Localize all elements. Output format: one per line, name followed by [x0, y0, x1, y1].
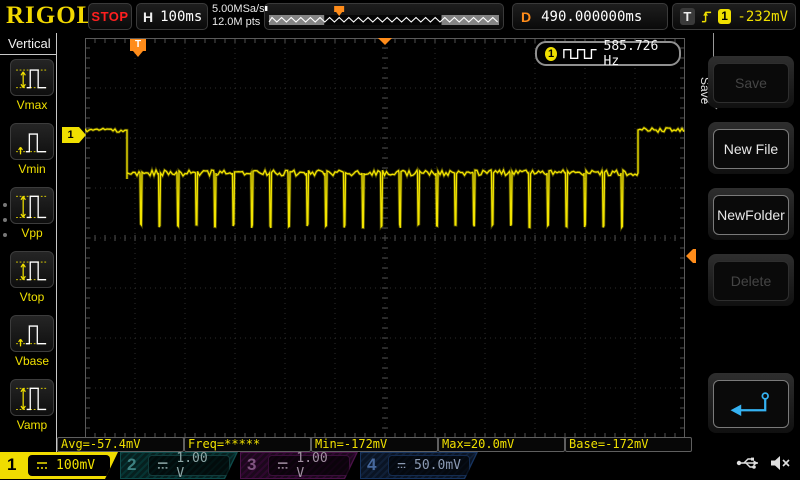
rigol-logo: RIGOL: [6, 2, 95, 29]
new-folder-button-label: NewFolder: [713, 195, 789, 235]
back-button[interactable]: [708, 373, 794, 433]
channel-4-tab[interactable]: 4 50.0mV: [360, 452, 478, 479]
measure-menu-title: Vertical: [0, 33, 56, 55]
memory-position-thumbnail[interactable]: [264, 3, 504, 30]
sample-rate: 5.00MSa/s: [212, 3, 265, 15]
measurement-base: Base=-172mV: [565, 437, 692, 452]
channel-3-number: 3: [247, 455, 257, 474]
vmin-icon: [16, 132, 48, 154]
trigger-position-marker[interactable]: T: [130, 39, 146, 57]
horizontal-scale-value: 100ms: [160, 8, 203, 25]
trigger-edge-icon: [701, 11, 711, 22]
trigger-level-arrow: [686, 249, 693, 263]
trigger-position-label: T: [130, 39, 146, 51]
menu-item-vbase[interactable]: Vbase: [10, 315, 54, 368]
trigger-position-arrow: [133, 51, 143, 57]
square-wave-icon: [563, 48, 597, 59]
new-file-button-label: New File: [713, 129, 789, 169]
menu-item-vamp-label: Vamp: [16, 418, 48, 432]
channel-1-position-label: 1: [62, 127, 79, 143]
vpp-icon: [16, 195, 48, 218]
trigger-source-badge: 1: [717, 9, 732, 24]
new-file-button[interactable]: New File: [708, 122, 794, 174]
menu-scroll-dot: [3, 218, 7, 222]
trigger-box[interactable]: T 1 -232mV: [672, 3, 796, 30]
channel-3-tab[interactable]: 3 1.00 V: [240, 452, 358, 479]
delay-center-marker: [378, 38, 392, 45]
speaker-muted-icon: [771, 456, 790, 470]
memory-depth: 12.0M pts: [212, 16, 261, 28]
channel-2-tab[interactable]: 2 1.00 V: [120, 452, 238, 479]
top-bar: RIGOL STOP H 100ms 5.00MSa/s 12.0M pts D…: [0, 0, 800, 33]
channel-2-scale: 1.00 V: [176, 450, 208, 480]
channel-1-position-marker[interactable]: 1: [62, 127, 86, 143]
menu-item-vpp[interactable]: Vpp: [10, 187, 54, 240]
dc-coupling-icon: [36, 461, 48, 470]
menu-item-vmin-label: Vmin: [18, 162, 46, 176]
delay-box[interactable]: D 490.000000ms: [512, 3, 668, 30]
acquisition-info: 5.00MSa/s 12.0M pts: [212, 3, 265, 29]
trigger-level-value: -232mV: [737, 8, 788, 25]
measurement-freq: Freq=*****: [184, 437, 311, 452]
menu-item-vmax-label: Vmax: [16, 98, 48, 112]
menu-item-vtop[interactable]: Vtop: [10, 251, 54, 304]
menu-item-vmin[interactable]: Vmin: [10, 123, 54, 176]
channel-1-number: 1: [7, 455, 17, 474]
measurement-max: Max=20.0mV: [438, 437, 565, 452]
trigger-label: T: [680, 8, 695, 25]
measure-menu: Vertical Vmax Vmin Vpp Vtop Vbase Vamp: [0, 33, 57, 452]
delay-label: D: [521, 8, 532, 25]
new-folder-button[interactable]: NewFolder: [708, 188, 794, 240]
waveform-display-area: 1 T T 1 585.726 Hz Avg=-57.4mV Freq=****…: [57, 33, 708, 452]
oscilloscope-screen: RIGOL STOP H 100ms 5.00MSa/s 12.0M pts D…: [0, 0, 800, 480]
channel-1-position-arrow: [79, 127, 86, 143]
vtop-icon: [16, 260, 48, 280]
vamp-icon: [16, 387, 48, 410]
counter-value: 585.726 Hz: [603, 38, 659, 69]
frequency-counter: 1 585.726 Hz: [535, 38, 681, 69]
run-state-label: STOP: [91, 9, 129, 24]
measurement-readouts: Avg=-57.4mV Freq=***** Min=-172mV Max=20…: [57, 437, 693, 452]
dc-coupling-icon: [157, 461, 168, 470]
channel-3-scale: 1.00 V: [296, 450, 328, 480]
horizontal-scale-box[interactable]: H 100ms: [136, 3, 208, 30]
delay-value: 490.000000ms: [541, 8, 643, 25]
menu-item-vpp-label: Vpp: [21, 226, 43, 240]
channel-2-number: 2: [127, 455, 137, 474]
memory-waveform-icon: [265, 6, 499, 25]
menu-item-vbase-label: Vbase: [14, 354, 50, 368]
delete-button-label: Delete: [713, 261, 789, 301]
return-arrow-icon: [730, 392, 769, 416]
save-button[interactable]: Save: [708, 56, 794, 108]
channel-4-number: 4: [367, 455, 377, 474]
channel-4-scale: 50.0mV: [414, 458, 461, 473]
run-state-badge: STOP: [88, 3, 132, 30]
menu-item-vamp[interactable]: Vamp: [10, 379, 54, 432]
channel-status-bar: 1 100mV 2 1.00 V 3 1.00 V 4 50.0mV: [0, 452, 800, 480]
counter-channel-badge: 1: [545, 46, 558, 61]
measurement-avg: Avg=-57.4mV: [57, 437, 184, 452]
channel-1-tab[interactable]: 1 100mV: [0, 452, 118, 479]
horizontal-label: H: [143, 8, 154, 25]
dc-coupling-icon: [277, 461, 288, 470]
usb-icon: [736, 457, 758, 469]
vbase-icon: [16, 324, 48, 346]
menu-scroll-dot: [3, 203, 7, 207]
menu-scroll-dot: [3, 233, 7, 237]
channel-1-waveform: [85, 125, 685, 233]
channel-1-scale: 100mV: [56, 458, 96, 473]
save-button-label: Save: [713, 63, 789, 103]
vmax-icon: [16, 68, 48, 88]
delete-button[interactable]: Delete: [708, 254, 794, 306]
measurement-min: Min=-172mV: [311, 437, 438, 452]
save-menu: Save Save New File NewFolder Delete: [696, 33, 800, 452]
menu-item-vtop-label: Vtop: [19, 290, 45, 304]
dc-coupling-icon: [397, 461, 406, 470]
menu-item-vmax[interactable]: Vmax: [10, 59, 54, 112]
